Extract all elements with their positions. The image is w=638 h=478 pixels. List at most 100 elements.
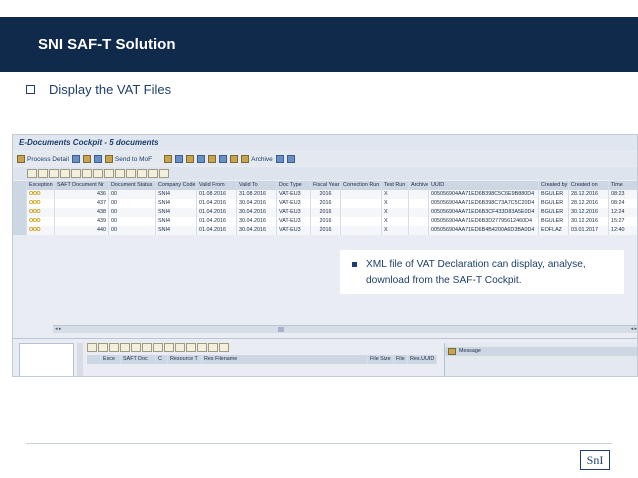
export-icon[interactable] <box>104 169 114 178</box>
execute-icon[interactable] <box>82 155 91 163</box>
graphic-icon[interactable] <box>148 169 158 178</box>
row-selector[interactable] <box>13 199 27 208</box>
folder-icon[interactable] <box>164 155 173 163</box>
layout-icon[interactable] <box>175 343 185 352</box>
log-icon[interactable] <box>219 155 228 163</box>
save-layout-icon[interactable] <box>197 343 207 352</box>
col-header-exception[interactable]: Exception <box>27 181 55 190</box>
print-icon[interactable] <box>153 343 163 352</box>
table-row[interactable]: OOO 439 00 SNI4 01.04.2016 30.04.2016 VA… <box>13 217 637 226</box>
sort-descending-icon[interactable] <box>109 343 119 352</box>
col-header-file[interactable]: File <box>394 355 408 364</box>
scroll-right-icon[interactable]: ◂ ▸ <box>631 326 637 332</box>
splitter-handle[interactable] <box>77 343 83 376</box>
print-icon[interactable] <box>186 155 195 163</box>
export-icon[interactable] <box>164 343 174 352</box>
col-header-res-uuid[interactable]: Res.UUID <box>408 355 437 364</box>
col-header-created-by[interactable]: Created by <box>539 181 569 190</box>
filter-icon[interactable] <box>120 343 130 352</box>
col-header-test-run[interactable]: Test Run <box>382 181 409 190</box>
col-header-valid-from[interactable]: Valid From <box>197 181 237 190</box>
tree-panel[interactable] <box>19 343 74 376</box>
sort-ascending-icon[interactable] <box>98 343 108 352</box>
col-header-status[interactable]: Document Status <box>109 181 156 190</box>
row-selector[interactable] <box>13 217 27 226</box>
layout-icon[interactable] <box>115 169 125 178</box>
cell-valid-to: 30.04.2016 <box>237 199 277 208</box>
sum-icon[interactable] <box>131 343 141 352</box>
col-header-valid-to[interactable]: Valid To <box>237 181 277 190</box>
col-header-file-size[interactable]: File Size <box>368 355 394 364</box>
save-layout-icon[interactable] <box>137 169 147 178</box>
cell-uuid: 005056904AA71ED6B398C73A7C5C20D4 <box>429 199 539 208</box>
table-row[interactable]: OOO 440 00 SNI4 01.04.2016 30.04.2016 VA… <box>13 226 637 235</box>
footer-divider <box>26 443 612 444</box>
select-all-cell[interactable] <box>13 181 27 190</box>
scroll-left-icon[interactable]: ◂ ▸ <box>55 326 61 332</box>
send-to-mof-button[interactable]: Send to MoF <box>104 155 152 163</box>
col-header-time[interactable]: Time <box>609 181 637 190</box>
cell-created-on: 28.12.2016 <box>569 190 609 199</box>
message-icon[interactable] <box>448 348 456 355</box>
information-icon[interactable] <box>159 169 169 178</box>
cell-saft-nr: 439 <box>55 217 109 226</box>
details-icon[interactable] <box>87 343 97 352</box>
new-page-icon[interactable] <box>275 155 284 163</box>
row-selector[interactable] <box>13 226 27 235</box>
cell-company: SNI4 <box>156 217 197 226</box>
sum-icon[interactable] <box>71 169 81 178</box>
cell-status: 00 <box>109 190 156 199</box>
sort-descending-icon[interactable] <box>49 169 59 178</box>
print-preview-icon[interactable] <box>93 169 103 178</box>
message-pane: Message <box>444 343 637 376</box>
exception-traffic-light-icon: OOO <box>27 190 55 199</box>
cell-company: SNI4 <box>156 190 197 199</box>
cell-valid-to: 31.08.2016 <box>237 190 277 199</box>
horizontal-scrollbar[interactable]: ◂ ▸ ◂ ▸ <box>53 325 637 333</box>
col-header-saft-nr[interactable]: SAFT Document Nr <box>55 181 109 190</box>
subtotal-icon[interactable] <box>142 343 152 352</box>
settings-icon[interactable] <box>230 155 239 163</box>
copy-page-icon[interactable] <box>286 155 295 163</box>
graphic-icon[interactable] <box>208 343 218 352</box>
refresh-icon[interactable] <box>71 155 80 163</box>
select-all-cell[interactable] <box>87 355 101 364</box>
subtotal-icon[interactable] <box>82 169 92 178</box>
xml-icon[interactable] <box>197 155 206 163</box>
cell-saft-nr: 436 <box>55 190 109 199</box>
table-row[interactable]: OOO 436 00 SNI4 01.08.2016 31.08.2016 VA… <box>13 190 637 199</box>
select-layout-icon[interactable] <box>126 169 136 178</box>
select-layout-icon[interactable] <box>186 343 196 352</box>
grid-body: OOO 436 00 SNI4 01.08.2016 31.08.2016 VA… <box>13 190 637 235</box>
process-detail-button[interactable]: Process Detail <box>17 155 69 163</box>
archive-button[interactable]: Archive <box>241 155 273 163</box>
display-icon[interactable] <box>175 155 184 163</box>
col-header-uuid[interactable]: UUID <box>429 181 539 190</box>
col-header-created-on[interactable]: Created on <box>569 181 609 190</box>
bullet-text: Display the VAT Files <box>49 82 172 97</box>
download-icon[interactable] <box>208 155 217 163</box>
sort-ascending-icon[interactable] <box>38 169 48 178</box>
information-icon[interactable] <box>219 343 229 352</box>
scroll-thumb[interactable] <box>278 327 284 332</box>
filter-icon[interactable] <box>60 169 70 178</box>
row-selector[interactable] <box>13 208 27 217</box>
col-header-archive[interactable]: Archive <box>409 181 429 190</box>
col-header-fiscal-year[interactable]: Fiscal Year <box>311 181 341 190</box>
cell-uuid: 005056904AA71ED6B398C5C6E9B880D4 <box>429 190 539 199</box>
col-header-saft-doc[interactable]: SAFT Doc <box>121 355 156 364</box>
document-icon[interactable] <box>93 155 102 163</box>
table-row[interactable]: OOO 438 00 SNI4 01.04.2016 30.04.2016 VA… <box>13 208 637 217</box>
cell-valid-to: 30.04.2016 <box>237 217 277 226</box>
col-header-resource-type[interactable]: Resource T <box>168 355 202 364</box>
table-row[interactable]: OOO 437 00 SNI4 01.04.2016 30.04.2016 VA… <box>13 199 637 208</box>
col-header-company[interactable]: Company Code <box>156 181 197 190</box>
row-selector[interactable] <box>13 190 27 199</box>
col-header-correction-run[interactable]: Correction Run <box>341 181 382 190</box>
col-header-exce[interactable]: Exce <box>101 355 121 364</box>
slide-title: SNI SAF-T Solution <box>38 36 176 53</box>
col-header-c[interactable]: C <box>156 355 168 364</box>
col-header-res-filename[interactable]: Res Filename <box>202 355 368 364</box>
details-icon[interactable] <box>27 169 37 178</box>
col-header-doc-type[interactable]: Doc Type <box>277 181 311 190</box>
